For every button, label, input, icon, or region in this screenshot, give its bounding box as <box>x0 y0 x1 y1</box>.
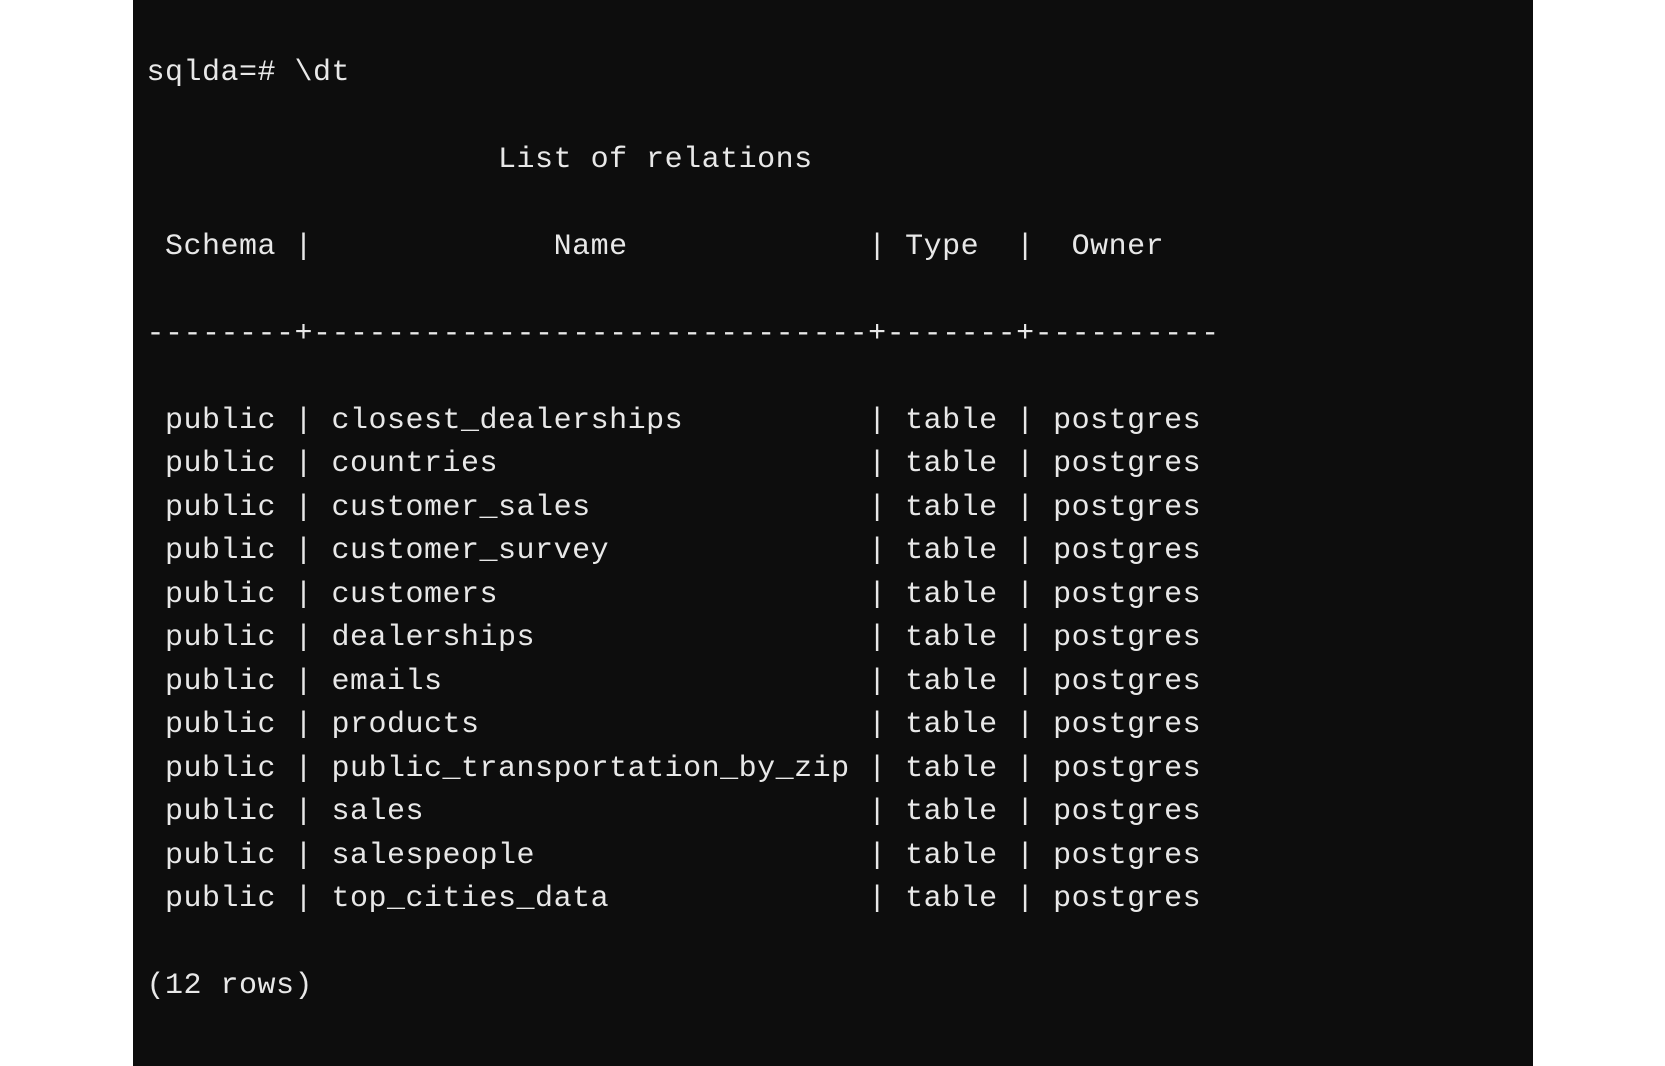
table-row: public | customers | table | postgres <box>147 574 1519 618</box>
table-row: public | salespeople | table | postgres <box>147 835 1519 879</box>
table-header-row: Schema | Name | Type | Owner <box>147 226 1519 270</box>
relations-title: List of relations <box>147 139 1519 183</box>
table-body: public | closest_dealerships | table | p… <box>147 400 1519 922</box>
table-row: public | products | table | postgres <box>147 704 1519 748</box>
row-count: (12 rows) <box>147 965 1519 1009</box>
prompt-line: sqlda=# \dt <box>147 52 1519 96</box>
table-row: public | customer_sales | table | postgr… <box>147 487 1519 531</box>
table-row: public | public_transportation_by_zip | … <box>147 748 1519 792</box>
table-row: public | emails | table | postgres <box>147 661 1519 705</box>
table-row: public | dealerships | table | postgres <box>147 617 1519 661</box>
table-row: public | closest_dealerships | table | p… <box>147 400 1519 444</box>
table-row: public | countries | table | postgres <box>147 443 1519 487</box>
table-row: public | sales | table | postgres <box>147 791 1519 835</box>
table-row: public | top_cities_data | table | postg… <box>147 878 1519 922</box>
table-divider: --------+------------------------------+… <box>147 313 1519 357</box>
psql-terminal[interactable]: sqlda=# \dt List of relations Schema | N… <box>133 0 1533 1066</box>
table-row: public | customer_survey | table | postg… <box>147 530 1519 574</box>
